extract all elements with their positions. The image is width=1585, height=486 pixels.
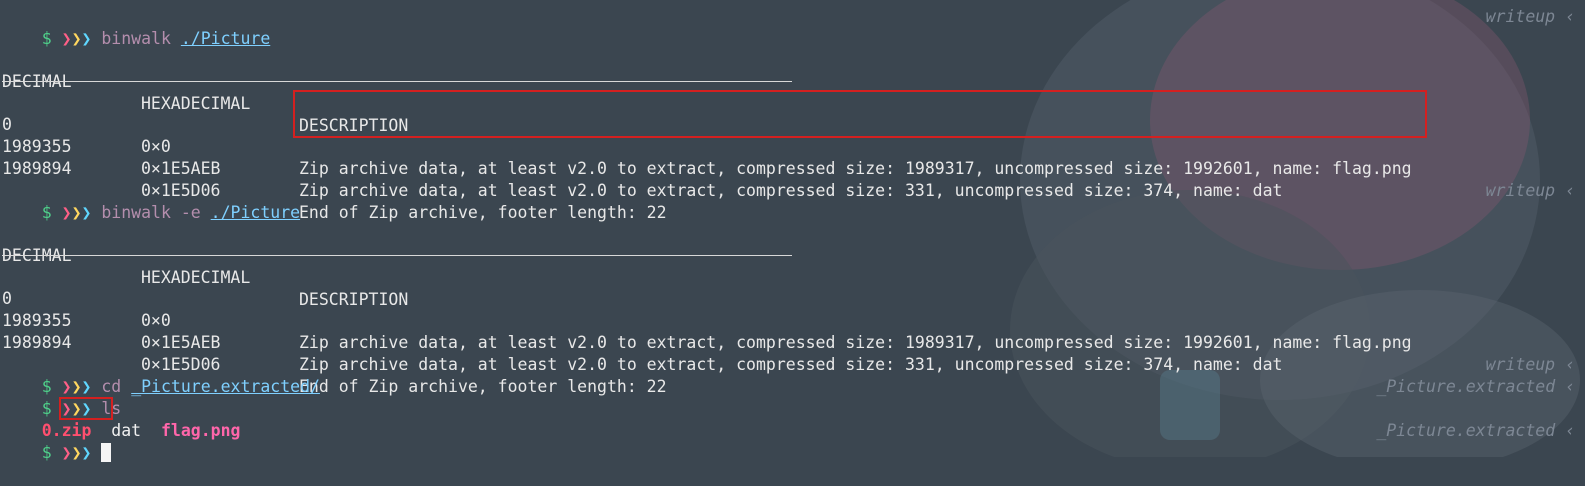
command-name: binwalk xyxy=(101,203,171,222)
prompt-arrow-icon: ❯ xyxy=(81,29,92,48)
table-header: DECIMAL HEXADECIMAL DESCRIPTION xyxy=(2,246,409,309)
command-flag: -e xyxy=(180,203,201,222)
table-header: DECIMAL HEXADECIMAL DESCRIPTION xyxy=(2,49,408,135)
command-argument[interactable]: ./Picture xyxy=(211,203,300,222)
table-row: 0 0×0 Zip archive data, at least v2.0 to… xyxy=(2,289,1412,352)
header-hexadecimal: HEXADECIMAL xyxy=(141,94,251,113)
command-argument[interactable]: _Picture.extracted/ xyxy=(131,377,320,396)
prompt-arrow-icon: ❯ xyxy=(71,29,82,48)
prompt-arrow-icon: ❯ xyxy=(61,203,72,222)
command-name: binwalk xyxy=(101,29,171,48)
prompt-arrow-icon: ❯ xyxy=(61,443,72,462)
command-argument[interactable]: ./Picture xyxy=(181,29,270,48)
prompt-line: $ ❯❯❯ xyxy=(2,420,112,462)
prompt-arrow-icon: ❯ xyxy=(71,203,82,222)
highlight-box xyxy=(59,397,113,420)
cwd-indicator: writeup ‹ xyxy=(1485,7,1575,26)
table-separator xyxy=(2,255,792,256)
terminal[interactable]: $ ❯❯❯ binwalk ./Picture writeup ‹ DECIMA… xyxy=(0,0,1585,462)
prompt-arrow-icon: ❯ xyxy=(81,203,92,222)
prompt-arrow-icon: ❯ xyxy=(81,443,92,462)
table-row: 1989894 0×1E5D06 End of Zip archive, foo… xyxy=(2,159,667,222)
highlight-box xyxy=(293,90,1427,138)
cwd-indicator: _Picture.extracted ‹ xyxy=(1376,377,1575,396)
prompt-line: $ ❯❯❯ binwalk -e ./Picture xyxy=(41,203,301,222)
prompt-line: $ ❯❯❯ cd _Picture.extracted/ xyxy=(41,377,320,396)
file-entry[interactable]: dat xyxy=(111,421,141,440)
text-cursor[interactable] xyxy=(101,443,112,462)
prompt-line: $ ❯❯❯ binwalk ./Picture xyxy=(2,6,271,48)
cwd-indicator: writeup ‹ xyxy=(1485,181,1575,200)
cwd-indicator: _Picture.extracted ‹ xyxy=(1376,421,1575,440)
table-separator xyxy=(2,81,792,82)
prompt-line: $ ❯❯❯ ls xyxy=(41,399,122,418)
prompt-arrow-icon: ❯ xyxy=(71,443,82,462)
prompt-arrow-icon: ❯ xyxy=(61,29,72,48)
file-entry[interactable]: flag.png xyxy=(161,421,240,440)
dollar-sign: $ xyxy=(41,29,52,48)
table-row: 1989894 0×1E5D06 End of Zip archive, foo… xyxy=(2,333,667,396)
table-row: 1989355 0×1E5AEB Zip archive data, at le… xyxy=(2,137,1283,200)
ls-output: 0.zip dat flag.png xyxy=(2,398,241,440)
table-row: 0 0×0 Zip archive data, at least v2.0 to… xyxy=(2,115,1412,178)
header-decimal: DECIMAL xyxy=(2,72,72,91)
table-row: 1989355 0×1E5AEB Zip archive data, at le… xyxy=(2,311,1283,374)
cwd-indicator: writeup ‹ xyxy=(1485,355,1575,374)
